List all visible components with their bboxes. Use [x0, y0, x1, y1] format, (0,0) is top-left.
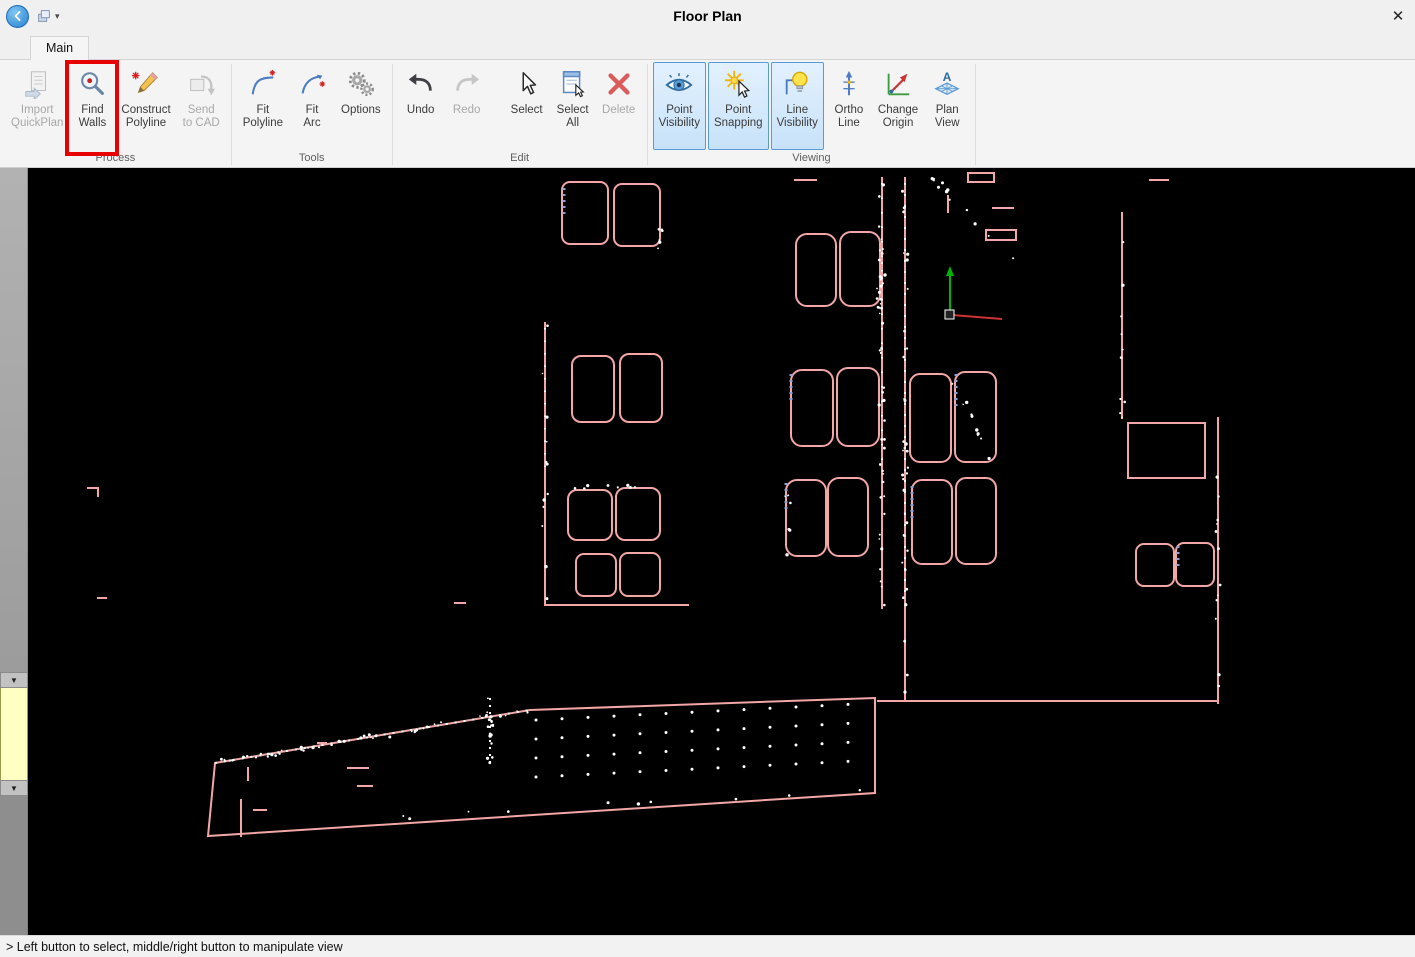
- origin-axis-indicator: [945, 266, 1002, 319]
- scroll-up-button[interactable]: ▼: [0, 780, 28, 796]
- back-button[interactable]: [6, 5, 29, 28]
- lightbulb-icon: [782, 67, 812, 101]
- fit-arc-button[interactable]: Fit Arc: [289, 62, 335, 150]
- group-label-edit: Edit: [393, 150, 647, 167]
- fit-polyline-button[interactable]: Fit Polyline: [237, 62, 289, 150]
- redo-icon: [452, 67, 482, 101]
- floor-plan-canvas[interactable]: [28, 168, 1415, 935]
- close-button[interactable]: ✕: [1381, 7, 1415, 25]
- select-cursor-icon: [512, 67, 542, 101]
- status-bar: > Left button to select, middle/right bu…: [0, 935, 1415, 957]
- eye-icon: [664, 67, 694, 101]
- left-strip-lower: [0, 796, 28, 935]
- send-to-cad-icon: [186, 67, 216, 101]
- group-label-process: Process: [0, 150, 231, 167]
- ribbon-group-edit: Undo Redo: [393, 60, 647, 167]
- tab-main[interactable]: Main: [30, 36, 89, 60]
- ribbon-tab-row: Main: [0, 32, 1415, 60]
- ortho-line-button[interactable]: Ortho Line: [826, 62, 872, 150]
- ribbon: Import QuickPlan Find Walls: [0, 60, 1415, 168]
- point-snapping-toggle[interactable]: Point Snapping: [708, 62, 769, 150]
- find-walls-icon: [77, 67, 107, 101]
- line-visibility-toggle[interactable]: Line Visibility: [771, 62, 824, 150]
- group-label-viewing: Viewing: [648, 150, 976, 167]
- options-button[interactable]: Options: [335, 62, 387, 150]
- window-title: Floor Plan: [0, 8, 1415, 24]
- back-chevron-icon: [11, 9, 25, 23]
- point-cloud-speckles: [220, 177, 1222, 820]
- left-strip-track[interactable]: [0, 168, 28, 672]
- delete-x-icon: [604, 67, 634, 101]
- titlebar: ▾ Floor Plan ✕: [0, 0, 1415, 32]
- undo-button[interactable]: Undo: [398, 62, 444, 150]
- plan-view-icon: A: [932, 67, 962, 101]
- ribbon-group-process: Import QuickPlan Find Walls: [0, 60, 231, 167]
- select-button[interactable]: Select: [504, 62, 550, 150]
- fit-arc-icon: [297, 67, 327, 101]
- change-origin-icon: [883, 67, 913, 101]
- change-origin-button[interactable]: Change Origin: [872, 62, 924, 150]
- import-quickplan-button[interactable]: Import QuickPlan: [5, 62, 69, 150]
- status-message: > Left button to select, middle/right bu…: [6, 940, 343, 954]
- delete-button[interactable]: Delete: [596, 62, 642, 150]
- workspace: ▼ ▼: [0, 168, 1415, 935]
- undo-icon: [406, 67, 436, 101]
- find-walls-button[interactable]: Find Walls: [69, 62, 115, 150]
- construct-polyline-button[interactable]: Construct Polyline: [115, 62, 176, 150]
- ribbon-group-tools: Fit Polyline Fit: [232, 60, 392, 167]
- left-panel-strip: ▼ ▼: [0, 168, 28, 935]
- redo-button[interactable]: Redo: [444, 62, 490, 150]
- group-separator: [975, 64, 976, 165]
- select-all-icon: [558, 67, 588, 101]
- floor-plan-window: ▾ Floor Plan ✕ Main: [0, 0, 1415, 957]
- import-quickplan-icon: [22, 67, 52, 101]
- options-gears-icon: [346, 67, 376, 101]
- ortho-line-icon: [834, 67, 864, 101]
- construct-polyline-icon: [131, 67, 161, 101]
- snap-star-cursor-icon: [723, 67, 753, 101]
- point-visibility-toggle[interactable]: Point Visibility: [653, 62, 706, 150]
- point-cloud-dot-grid: [535, 703, 850, 779]
- plan-view-button[interactable]: A Plan View: [924, 62, 970, 150]
- group-label-tools: Tools: [232, 150, 392, 167]
- select-all-button[interactable]: Select All: [550, 62, 596, 150]
- scroll-down-button[interactable]: ▼: [0, 672, 28, 688]
- point-cloud-viewport[interactable]: [28, 168, 1415, 935]
- quick-access-dropdown-icon[interactable]: ▾: [55, 11, 60, 21]
- wall-lines: [88, 173, 1218, 836]
- tool-palette-panel[interactable]: [0, 688, 28, 780]
- send-to-cad-button[interactable]: Send to CAD: [177, 62, 226, 150]
- white-point-overlays: [215, 183, 905, 768]
- svg-text:A: A: [943, 70, 952, 84]
- ribbon-group-viewing: Point Visibility Po: [648, 60, 976, 167]
- fit-polyline-icon: [248, 67, 278, 101]
- layers-icon[interactable]: [36, 8, 52, 24]
